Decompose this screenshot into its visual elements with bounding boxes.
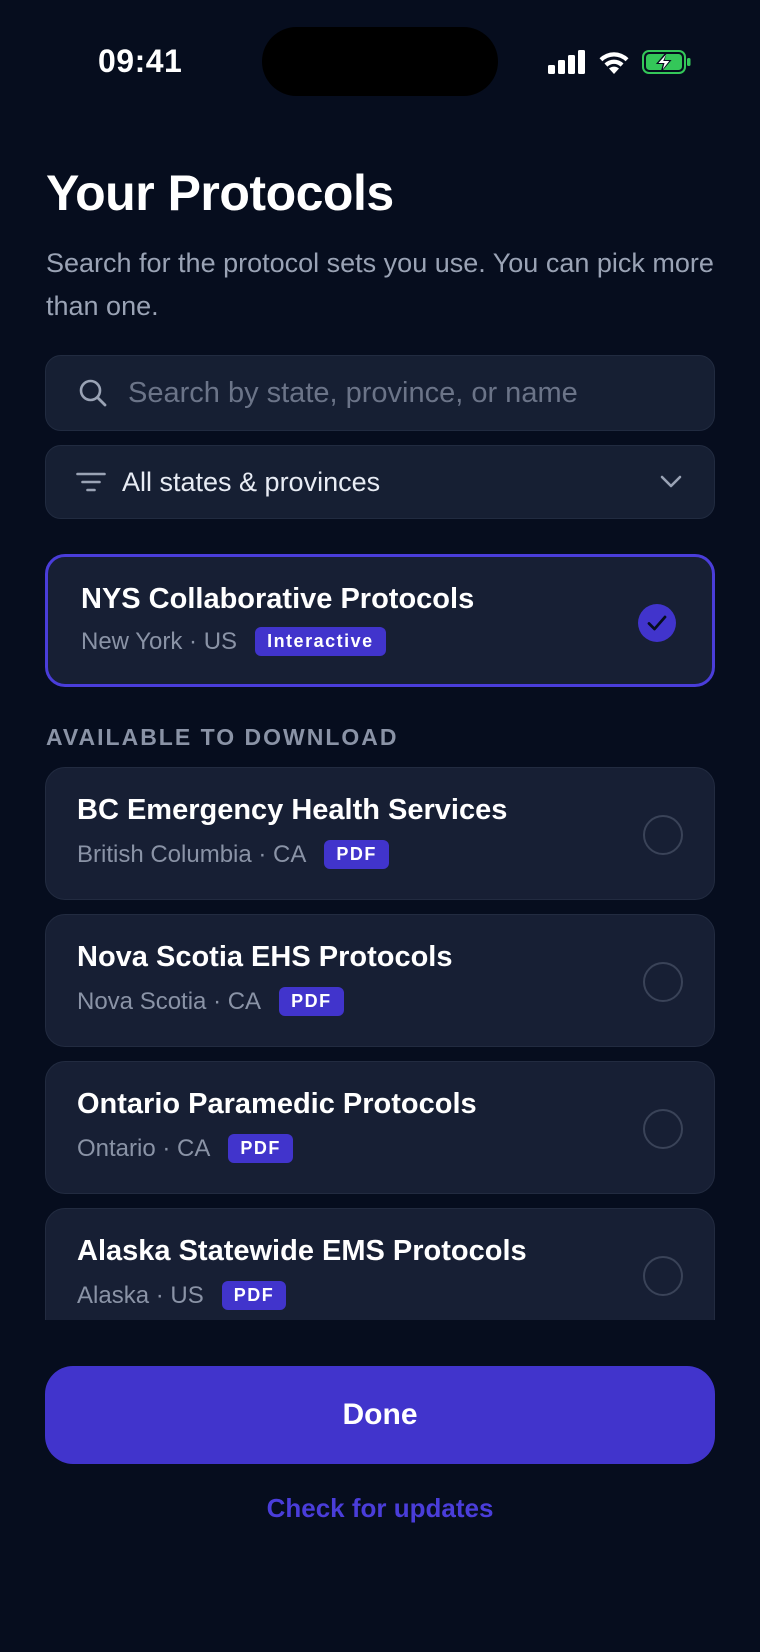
page-title: Your Protocols [46, 165, 394, 221]
protocol-meta: New York · US Interactive [81, 627, 386, 656]
selected-protocol-card[interactable]: NYS Collaborative Protocols New York · U… [45, 554, 715, 687]
protocol-card[interactable]: Alaska Statewide EMS Protocols Alaska · … [45, 1208, 715, 1320]
check-for-updates-link[interactable]: Check for updates [0, 1493, 760, 1524]
format-badge: Interactive [255, 627, 386, 656]
state-filter-select[interactable]: All states & provinces [45, 445, 715, 519]
chevron-down-icon [660, 475, 682, 488]
search-box[interactable] [45, 355, 715, 431]
protocol-title: Nova Scotia EHS Protocols [77, 941, 453, 973]
battery-charging-icon [642, 50, 691, 74]
protocol-list[interactable]: NYS Collaborative Protocols New York · U… [0, 550, 760, 1320]
protocol-meta: Ontario · CA PDF [77, 1134, 293, 1163]
protocol-title: NYS Collaborative Protocols [81, 583, 475, 615]
format-badge: PDF [279, 987, 344, 1016]
done-button[interactable]: Done [45, 1366, 715, 1464]
protocol-meta: Alaska · US PDF [77, 1281, 287, 1310]
search-icon [79, 379, 107, 407]
status-time: 09:41 [98, 43, 183, 79]
protocol-meta: British Columbia · CA PDF [77, 840, 389, 869]
format-badge: PDF [324, 840, 389, 869]
filter-icon [76, 472, 106, 492]
select-radio[interactable] [643, 962, 683, 1002]
protocol-card[interactable]: BC Emergency Health Services British Col… [45, 767, 715, 900]
select-radio[interactable] [643, 1256, 683, 1296]
select-radio[interactable] [643, 1109, 683, 1149]
cellular-signal-icon [548, 50, 585, 74]
status-icons [548, 48, 692, 76]
protocol-location: Alaska · US [77, 1281, 204, 1309]
available-section-heading: AVAILABLE TO DOWNLOAD [46, 724, 399, 750]
protocol-meta: Nova Scotia · CA PDF [77, 987, 344, 1016]
protocols-screen: 09:41 Your Protocols Search for the prot… [0, 0, 760, 1652]
format-badge: PDF [221, 1281, 287, 1310]
protocol-title: BC Emergency Health Services [77, 794, 508, 826]
search-input[interactable] [126, 363, 714, 423]
protocol-location: New York · US [81, 627, 238, 655]
filter-label: All states & provinces [122, 466, 381, 497]
protocol-title: Ontario Paramedic Protocols [77, 1088, 477, 1120]
protocol-location: British Columbia · CA [77, 840, 307, 868]
protocol-title: Alaska Statewide EMS Protocols [77, 1235, 527, 1267]
protocol-location: Nova Scotia · CA [77, 987, 262, 1015]
checkmark-icon [647, 615, 667, 631]
format-badge: PDF [228, 1134, 293, 1163]
status-bar: 09:41 [0, 0, 760, 120]
select-radio[interactable] [643, 815, 683, 855]
page-subtitle: Search for the protocol sets you use. Yo… [46, 248, 714, 321]
protocol-card[interactable]: Nova Scotia EHS Protocols Nova Scotia · … [45, 914, 715, 1047]
dynamic-island [262, 27, 498, 96]
protocol-card[interactable]: Ontario Paramedic Protocols Ontario · CA… [45, 1061, 715, 1194]
protocol-location: Ontario · CA [77, 1134, 211, 1162]
wifi-icon [599, 52, 629, 74]
selected-checkmark[interactable] [638, 604, 676, 642]
